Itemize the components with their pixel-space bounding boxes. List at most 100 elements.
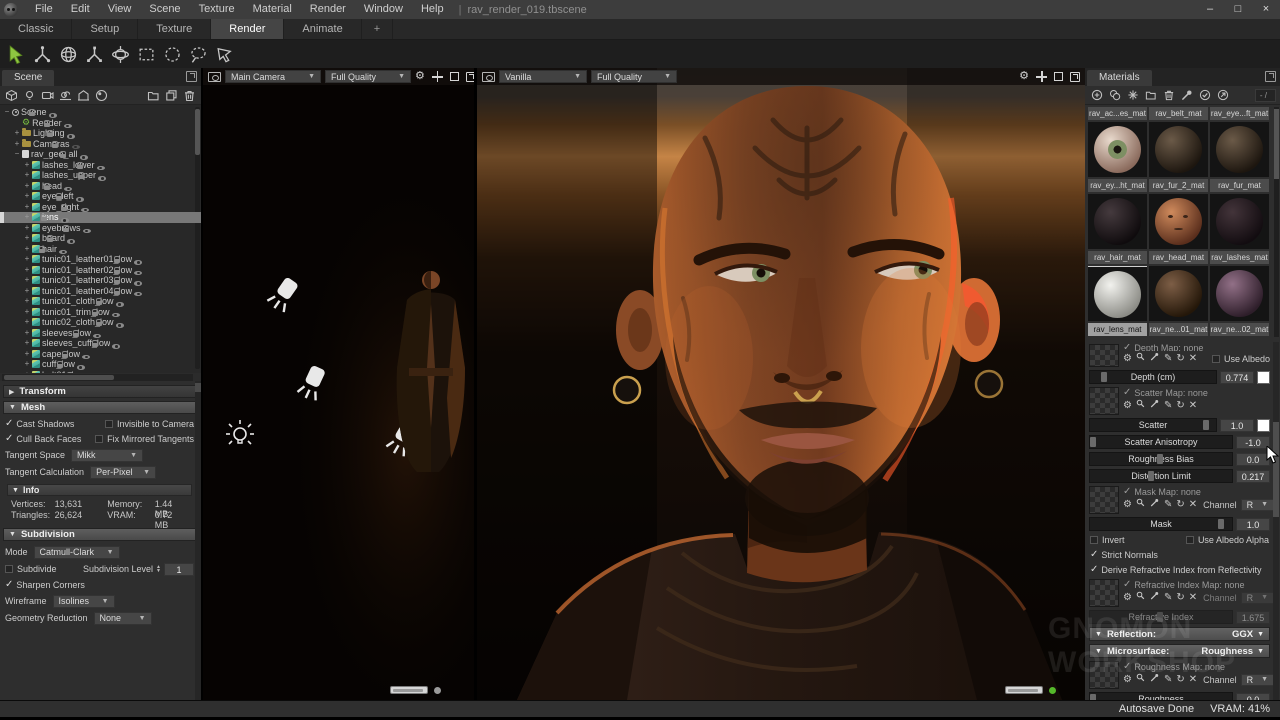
menu-file[interactable]: File	[26, 0, 62, 19]
menu-window[interactable]: Window	[355, 0, 412, 19]
tree-expander[interactable]: −	[3, 108, 11, 116]
map-thumbnail[interactable]	[1089, 387, 1119, 415]
lock-icon[interactable]	[114, 280, 120, 284]
tree-item-tunic01_leather04_low[interactable]: +tunic01_leather04_low	[0, 286, 201, 297]
tree-item-tunic02_cloth_low[interactable]: +tunic02_cloth_low	[0, 317, 201, 328]
tree-expander[interactable]: +	[13, 129, 21, 137]
tree-item-sleeves_cuff_low[interactable]: +sleeves_cuff_low	[0, 338, 201, 349]
channel-dropdown[interactable]: R▼	[1241, 674, 1274, 686]
tree-expander[interactable]: +	[23, 266, 31, 274]
menu-edit[interactable]: Edit	[62, 0, 99, 19]
new-folder-icon[interactable]	[1143, 88, 1158, 102]
menu-help[interactable]: Help	[412, 0, 453, 19]
slider-thumb[interactable]	[1157, 454, 1163, 464]
lock-icon[interactable]	[52, 144, 58, 148]
duplicate-icon[interactable]	[164, 88, 179, 102]
scene-popout-icon[interactable]	[186, 71, 197, 82]
section-value-dropdown[interactable]: GGX▼	[1232, 629, 1264, 640]
tree-expander[interactable]: +	[23, 371, 31, 373]
map-checkbox[interactable]: ✓	[1123, 662, 1131, 672]
slider-thumb[interactable]	[1090, 437, 1096, 447]
tree-expander[interactable]: +	[23, 360, 31, 368]
gear-icon[interactable]: ⚙	[1123, 593, 1132, 603]
slider-value[interactable]: 1.0	[1236, 518, 1270, 531]
lock-icon[interactable]	[96, 301, 102, 305]
scale-tool-icon[interactable]	[83, 43, 105, 65]
search-icon[interactable]	[1136, 352, 1146, 365]
material-thumb-ravne01mat[interactable]	[1149, 266, 1208, 321]
tree-item-tunic01_leather03_low[interactable]: +tunic01_leather03_low	[0, 275, 201, 286]
tab-classic[interactable]: Classic	[0, 19, 72, 39]
material-label-ravheadmat[interactable]: rav_head_mat	[1149, 251, 1208, 264]
menu-material[interactable]: Material	[244, 0, 301, 19]
tab-setup[interactable]: Setup	[72, 19, 138, 39]
lock-icon[interactable]	[56, 196, 62, 200]
menu-view[interactable]: View	[99, 0, 141, 19]
material-label-ravhairmat[interactable]: rav_hair_mat	[1088, 251, 1147, 264]
slider-thumb[interactable]	[1157, 612, 1163, 622]
viewport2-camera-dropdown[interactable]: Vanilla▼	[499, 70, 587, 83]
clear-icon[interactable]: ✕	[1189, 593, 1197, 603]
viewport1-camera-dropdown[interactable]: Main Camera▼	[225, 70, 321, 83]
transform-section-header[interactable]: ▶Transform	[3, 385, 196, 398]
tree-expander[interactable]: +	[23, 234, 31, 242]
invisible-to-camera-checkbox[interactable]	[105, 420, 113, 428]
slider-value[interactable]: 0.0	[1236, 693, 1270, 701]
subdivision-level-stepper[interactable]: ▲▼	[156, 565, 161, 573]
material-label-ravfurmat[interactable]: rav_fur_mat	[1210, 179, 1269, 192]
channel-dropdown[interactable]: R▼	[1241, 499, 1274, 511]
viewport1-status-dot[interactable]	[434, 687, 441, 694]
subdivision-level-value[interactable]: 1	[164, 563, 194, 576]
reload-icon[interactable]: ↻	[1176, 401, 1184, 411]
tree-expander[interactable]: +	[23, 255, 31, 263]
scene-panel-tab[interactable]: Scene	[2, 70, 54, 86]
tree-expander[interactable]: +	[23, 245, 31, 253]
clear-icon[interactable]: ✕	[1189, 354, 1197, 364]
menu-scene[interactable]: Scene	[140, 0, 189, 19]
material-label-raveyhtmat[interactable]: rav_ey...ht_mat	[1088, 179, 1147, 192]
tree-expander[interactable]: +	[23, 329, 31, 337]
fix-mirrored-tangents-checkbox[interactable]	[95, 435, 103, 443]
tree-item-eye_left[interactable]: +eye_left	[0, 191, 201, 202]
minimize-button[interactable]: –	[1196, 0, 1224, 19]
slider-track[interactable]: Distortion Limit	[1089, 469, 1233, 483]
subdivide-checkbox[interactable]	[5, 565, 13, 573]
scene-tree-hscrollbar[interactable]	[2, 374, 193, 381]
checkbox-unchecked[interactable]	[1090, 536, 1098, 544]
viewport1-quality-dropdown[interactable]: Full Quality▼	[325, 70, 411, 83]
material-thumb-ravne02mat[interactable]	[1210, 266, 1269, 321]
map-thumbnail[interactable]	[1089, 486, 1119, 514]
search-icon[interactable]	[1136, 673, 1146, 686]
lock-icon[interactable]	[29, 112, 35, 116]
viewport-vanilla[interactable]: Vanilla▼ Full Quality▼ ⚙	[477, 68, 1085, 700]
dropper-icon[interactable]	[1150, 498, 1160, 511]
reload-icon[interactable]: ↻	[1176, 500, 1184, 510]
checkbox-unchecked[interactable]	[1186, 536, 1194, 544]
gear-icon[interactable]: ⚙	[1123, 675, 1132, 685]
material-thumb-ravfur2mat[interactable]	[1149, 122, 1208, 177]
color-swatch[interactable]	[1257, 419, 1270, 432]
slider-track[interactable]: Mask	[1089, 517, 1233, 531]
slider-track[interactable]: Roughness Bias	[1089, 452, 1233, 466]
tree-expander[interactable]: +	[23, 339, 31, 347]
slider-track[interactable]: Scatter Anisotropy	[1089, 435, 1233, 449]
tab-animate[interactable]: Animate	[284, 19, 361, 39]
tree-item-tunic01_trim_low[interactable]: +tunic01_trim_low	[0, 307, 201, 318]
tree-item-Cameras[interactable]: +Cameras	[0, 139, 201, 150]
menu-render[interactable]: Render	[301, 0, 355, 19]
select-tool-icon[interactable]	[5, 43, 27, 65]
lock-icon[interactable]	[114, 291, 120, 295]
tree-item-rav_geo_all[interactable]: −rav_geo_all	[0, 149, 201, 160]
tangent-space-dropdown[interactable]: Mikk▼	[71, 449, 143, 462]
slider-value[interactable]: 0.0	[1236, 453, 1270, 466]
lock-icon[interactable]	[96, 322, 102, 326]
wireframe-dropdown[interactable]: Isolines▼	[53, 595, 115, 608]
viewport2-popout-icon[interactable]	[1070, 72, 1080, 82]
dropper-icon[interactable]	[1150, 399, 1160, 412]
lock-icon[interactable]	[92, 343, 98, 347]
lock-icon[interactable]	[62, 354, 68, 358]
tree-item-Lighting[interactable]: +Lighting	[0, 128, 201, 139]
tree-expander[interactable]: +	[23, 192, 31, 200]
tree-expander[interactable]: +	[23, 287, 31, 295]
tree-item-hair[interactable]: +hair	[0, 244, 201, 255]
